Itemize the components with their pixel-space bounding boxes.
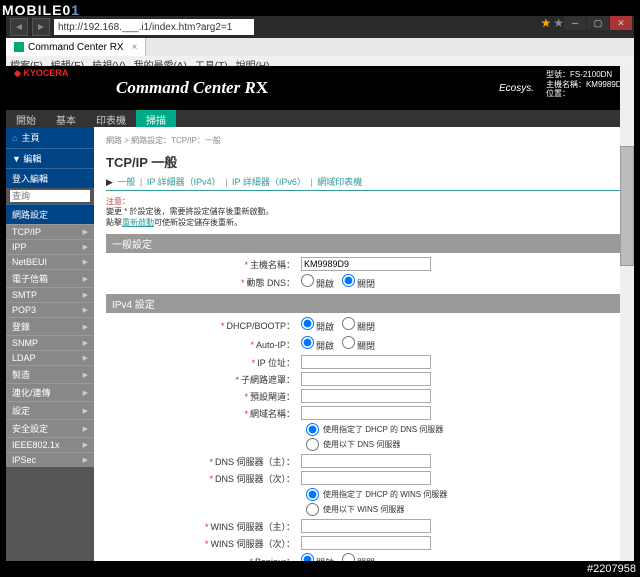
page-title: TCP/IP 一般	[106, 152, 622, 171]
subtab-logical[interactable]: 網域印表機	[317, 177, 362, 187]
scrollbar[interactable]	[620, 66, 634, 561]
wins2-input[interactable]	[301, 536, 431, 550]
hostname-input[interactable]	[301, 257, 431, 271]
scroll-thumb[interactable]	[620, 146, 634, 266]
tab-title: Command Center RX	[28, 42, 124, 53]
tab-favicon	[14, 42, 24, 52]
dns-dhcp-option[interactable]: 使用指定了 DHCP 的 DNS 伺服器	[306, 423, 622, 436]
dyndns-radio[interactable]: 開啟關閉	[301, 274, 622, 290]
domain-input[interactable]	[301, 406, 431, 420]
subtab-ipv4[interactable]: IP 詳細器（IPv4）	[147, 177, 221, 187]
sidebar-item-13[interactable]: IEEE802.1x▶	[6, 437, 94, 452]
sidebar-item-8[interactable]: LDAP▶	[6, 350, 94, 365]
window-star-icons: ★★	[540, 16, 564, 30]
address-bar[interactable]: http://192.168.___.i1/index.htm?arg2=1	[54, 19, 254, 35]
subnet-input[interactable]	[301, 372, 431, 386]
restart-link[interactable]: 重新啟動	[122, 218, 154, 227]
sidebar-item-14[interactable]: IPSec▶	[6, 452, 94, 467]
dns1-input[interactable]	[301, 454, 431, 468]
warning-box: 注意： 變更 * 於設定後，需要將設定儲存後重新啟動。 點擊重新啟動可使新設定儲…	[106, 197, 622, 228]
sidebar-item-4[interactable]: SMTP▶	[6, 287, 94, 302]
main-tabs: 開始 基本 印表機 掃描	[6, 110, 634, 127]
tab-close-icon[interactable]: ×	[132, 42, 138, 53]
wins1-input[interactable]	[301, 519, 431, 533]
browser-tab[interactable]: Command Center RX ×	[6, 38, 146, 56]
watermark-top: MOBILE01	[2, 2, 80, 18]
sidebar-item-12[interactable]: 安全設定▶	[6, 419, 94, 437]
minimize-button[interactable]: ─	[564, 16, 586, 30]
tab-scan[interactable]: 掃描	[136, 110, 176, 127]
autoip-radio[interactable]: 開啟關閉	[301, 336, 622, 352]
tab-start[interactable]: 開始	[6, 110, 46, 127]
wins-manual-option[interactable]: 使用以下 WINS 伺服器	[306, 503, 622, 516]
home-icon: ⌂	[12, 133, 17, 143]
sidebar-item-9[interactable]: 製造▶	[6, 365, 94, 383]
dhcp-radio[interactable]: 開啟關閉	[301, 317, 622, 333]
subtab-general[interactable]: 一般	[117, 177, 135, 187]
ipaddr-input[interactable]	[301, 355, 431, 369]
device-info: 型號：FS-2100DN 主機名稱：KM9989D9 位置：	[546, 70, 626, 99]
sidebar-item-10[interactable]: 連化/連傳▶	[6, 383, 94, 401]
sidebar-search	[10, 190, 90, 202]
product-logo: Command Center RX	[116, 78, 268, 98]
wins-dhcp-option[interactable]: 使用指定了 DHCP 的 WINS 伺服器	[306, 488, 622, 501]
sidebar-item-0[interactable]: TCP/IP▶	[6, 224, 94, 239]
sidebar-group-network[interactable]: 網路設定	[6, 204, 94, 224]
tab-basic[interactable]: 基本	[46, 110, 86, 127]
sidebar-item-11[interactable]: 設定▶	[6, 401, 94, 419]
sidebar-item-2[interactable]: NetBEUI▶	[6, 254, 94, 269]
sidebar-item-3[interactable]: 電子信箱▶	[6, 269, 94, 287]
section-general: 一般設定	[106, 234, 622, 253]
sidebar: ⌂主頁 ▼ 編輯 登入編輯 網路設定 TCP/IP▶IPP▶NetBEUI▶電子…	[6, 127, 94, 561]
back-button[interactable]: ◄	[10, 18, 28, 36]
close-button[interactable]: ✕	[610, 16, 632, 30]
sidebar-cat-edit[interactable]: ▼ 編輯	[6, 148, 94, 168]
dns-manual-option[interactable]: 使用以下 DNS 伺服器	[306, 438, 622, 451]
watermark-bottom: #2207958	[587, 563, 636, 575]
subtab-ipv6[interactable]: IP 詳細器（IPv6）	[232, 177, 306, 187]
sidebar-item-5[interactable]: POP3▶	[6, 302, 94, 317]
section-ipv4: IPv4 設定	[106, 294, 622, 313]
browser-chrome: ─ ▢ ✕ ★★ ◄ ► http://192.168.___.i1/index…	[6, 16, 634, 66]
sidebar-item-7[interactable]: SNMP▶	[6, 335, 94, 350]
app-header: ◆ KYOCERA Command Center RX Ecosys. 型號：F…	[6, 66, 634, 110]
dns2-input[interactable]	[301, 471, 431, 485]
search-input[interactable]	[12, 191, 88, 201]
eco-logo: Ecosys.	[499, 83, 534, 94]
sub-tabs: ▶ 一般 | IP 詳細器（IPv4） | IP 詳細器（IPv6） | 網域印…	[106, 175, 622, 191]
forward-button[interactable]: ►	[32, 18, 50, 36]
gateway-input[interactable]	[301, 389, 431, 403]
sidebar-home[interactable]: ⌂主頁	[6, 127, 94, 148]
breadcrumb: 網路 > 網路設定：TCP/IP：一般	[106, 135, 622, 146]
sidebar-cat-login[interactable]: 登入編輯	[6, 168, 94, 188]
page-viewport: ◆ KYOCERA Command Center RX Ecosys. 型號：F…	[6, 66, 634, 561]
main-content: 網路 > 網路設定：TCP/IP：一般 TCP/IP 一般 ▶ 一般 | IP …	[94, 127, 634, 561]
vendor-logo: ◆ KYOCERA	[14, 68, 68, 79]
tab-printer[interactable]: 印表機	[86, 110, 136, 127]
sidebar-item-6[interactable]: 登錄▶	[6, 317, 94, 335]
sidebar-item-1[interactable]: IPP▶	[6, 239, 94, 254]
bonjour-radio[interactable]: 開啟關閉	[301, 553, 622, 561]
maximize-button[interactable]: ▢	[587, 16, 609, 30]
